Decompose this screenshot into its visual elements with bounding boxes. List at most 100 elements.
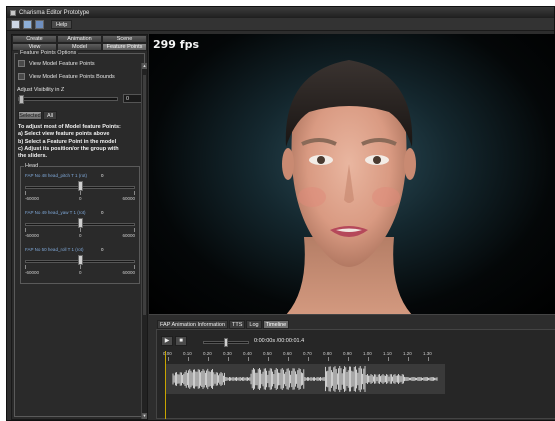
- ruler-tick: [428, 357, 429, 361]
- fap-ticks: [25, 228, 135, 232]
- tab-tts[interactable]: TTS: [229, 320, 246, 329]
- adjust-visibility-slider[interactable]: [18, 95, 118, 104]
- fap-max: 60000: [122, 196, 135, 201]
- right-ear: [404, 148, 416, 180]
- selected-button[interactable]: Selected: [18, 111, 42, 120]
- playhead-cursor[interactable]: [165, 351, 166, 419]
- play-icon[interactable]: ▶: [161, 336, 173, 346]
- bottom-panel: FAP Animation Information TTS Log Timeli…: [149, 314, 555, 420]
- app-window: Charisma Editor Prototype Help Create An…: [6, 6, 555, 421]
- view-feature-points-checkbox[interactable]: [18, 60, 25, 67]
- help-menu[interactable]: Help: [51, 19, 73, 29]
- head-group: Head FAP No 48 head_pitch T 1 (rot) 0 -6…: [20, 163, 140, 284]
- ruler-label: 0.20: [203, 351, 212, 356]
- fap-slider-head-pitch: FAP No 48 head_pitch T 1 (rot) 0 -60000 …: [25, 173, 135, 207]
- open-folder-icon[interactable]: [23, 19, 32, 29]
- left-panel: Create Animation Scene View Model Featur…: [11, 34, 148, 420]
- fap-mid: 0: [79, 196, 82, 201]
- options-title: Feature Points Options: [18, 50, 79, 56]
- fap-min: -60000: [25, 196, 40, 201]
- fap-max: 60000: [122, 270, 135, 275]
- 3d-viewport[interactable]: 299 fps: [149, 34, 555, 314]
- head-group-title: Head: [24, 163, 40, 169]
- adjust-visibility-label: Adjust Visibility in Z: [17, 87, 65, 93]
- timeline-scrubber[interactable]: [203, 338, 249, 347]
- fap-label: FAP No 50 head_roll T 1 (rot): [25, 247, 84, 252]
- bottom-tabs: FAP Animation Information TTS Log Timeli…: [157, 320, 290, 329]
- adjust-visibility-thumb[interactable]: [19, 95, 24, 104]
- ruler-tick: [188, 357, 189, 361]
- fap-value: 0: [101, 173, 104, 178]
- view-feature-bounds-row[interactable]: View Model Feature Points Bounds: [18, 73, 115, 80]
- tab-timeline[interactable]: Timeline: [262, 320, 290, 329]
- timeline-ruler[interactable]: 0.00 0.10 0.20 0.30 0.40 0.50 0.60 0.70 0.80 0.90…: [163, 351, 450, 361]
- fap-label: FAP No 48 head_pitch T 1 (rot): [25, 173, 88, 178]
- ruler-label: 0.80: [323, 351, 332, 356]
- all-button[interactable]: All: [43, 111, 57, 120]
- audio-waveform[interactable]: [165, 364, 445, 394]
- tab-animation[interactable]: Animation: [57, 35, 102, 43]
- view-feature-bounds-label: View Model Feature Points Bounds: [29, 73, 115, 80]
- tabs-row-1: Create Animation Scene: [12, 35, 147, 43]
- fap-mid: 0: [79, 270, 82, 275]
- fap-value: 0: [101, 247, 104, 252]
- stop-icon[interactable]: ■: [175, 336, 187, 346]
- view-feature-points-row[interactable]: View Model Feature Points: [18, 60, 95, 67]
- new-file-icon[interactable]: [11, 19, 20, 29]
- fap-value: 0: [101, 210, 104, 215]
- fap-slider-head-roll: FAP No 50 head_roll T 1 (rot) 0 -60000 0…: [25, 247, 135, 281]
- tab-fap-animation-information[interactable]: FAP Animation Information: [157, 320, 229, 329]
- scroll-up-arrow-icon[interactable]: ▲: [142, 63, 147, 69]
- tab-scene[interactable]: Scene: [102, 35, 147, 43]
- ruler-label: 0.70: [303, 351, 312, 356]
- feature-points-options: Feature Points Options View Model Featur…: [14, 50, 145, 417]
- ruler-label: 1.30: [423, 351, 432, 356]
- ruler-label: 0.90: [343, 351, 352, 356]
- ruler-tick: [408, 357, 409, 361]
- tab-log[interactable]: Log: [246, 320, 262, 329]
- ruler-label: 0.40: [243, 351, 252, 356]
- ruler-tick: [168, 357, 169, 361]
- fap-min: -60000: [25, 233, 40, 238]
- app-icon: [10, 9, 16, 16]
- fps-counter: 299 fps: [153, 38, 199, 51]
- fap-ticks: [25, 191, 135, 195]
- ruler-label: 1.20: [403, 351, 412, 356]
- fap-thumb[interactable]: [77, 255, 83, 265]
- instruction-line: a) Select view feature points above: [18, 131, 110, 138]
- ruler-label: 0.50: [263, 351, 272, 356]
- ruler-tick: [208, 357, 209, 361]
- instruction-line: To adjust most of Model feature Points:: [18, 124, 121, 130]
- fap-min: -60000: [25, 270, 40, 275]
- tab-create[interactable]: Create: [12, 35, 57, 43]
- fap-mid: 0: [79, 233, 82, 238]
- ruler-tick: [388, 357, 389, 361]
- fap-label: FAP No 49 head_yaw T 1 (rot): [25, 210, 86, 215]
- left-cheek: [298, 187, 326, 207]
- menu-bar: Help: [7, 18, 554, 31]
- fap-slider-head-yaw: FAP No 49 head_yaw T 1 (rot) 0 -60000 0 …: [25, 210, 135, 244]
- ruler-tick: [348, 357, 349, 361]
- ruler-label: 0.30: [223, 351, 232, 356]
- scroll-down-arrow-icon[interactable]: ▼: [142, 413, 147, 419]
- view-feature-points-label: View Model Feature Points: [29, 60, 95, 67]
- right-cheek: [372, 187, 400, 207]
- timeline-scrubber-thumb[interactable]: [224, 338, 228, 347]
- fap-thumb[interactable]: [77, 218, 83, 228]
- ruler-label: 1.00: [363, 351, 372, 356]
- title-bar: Charisma Editor Prototype: [7, 7, 554, 18]
- view-feature-bounds-checkbox[interactable]: [18, 73, 25, 80]
- ruler-tick: [308, 357, 309, 361]
- head-model[interactable]: [264, 52, 434, 314]
- left-panel-scrollbar[interactable]: ▲ ▼: [141, 63, 147, 419]
- waveform-path: [172, 366, 438, 392]
- save-icon[interactable]: [35, 19, 44, 29]
- instruction-line: b) Select a Feature Point in the model: [18, 138, 117, 145]
- ruler-label: 1.10: [383, 351, 392, 356]
- tab-feature-points[interactable]: Feature Points: [102, 43, 147, 51]
- scrollbar-thumb[interactable]: [143, 75, 146, 315]
- timeline-panel: ▶ ■ 0:00:00s /00:00:01.4 0.00 0.10 0.20 0.3…: [156, 329, 555, 419]
- ruler-tick: [288, 357, 289, 361]
- time-display: 0:00:00s /00:00:01.4: [254, 338, 305, 344]
- fap-thumb[interactable]: [77, 181, 83, 191]
